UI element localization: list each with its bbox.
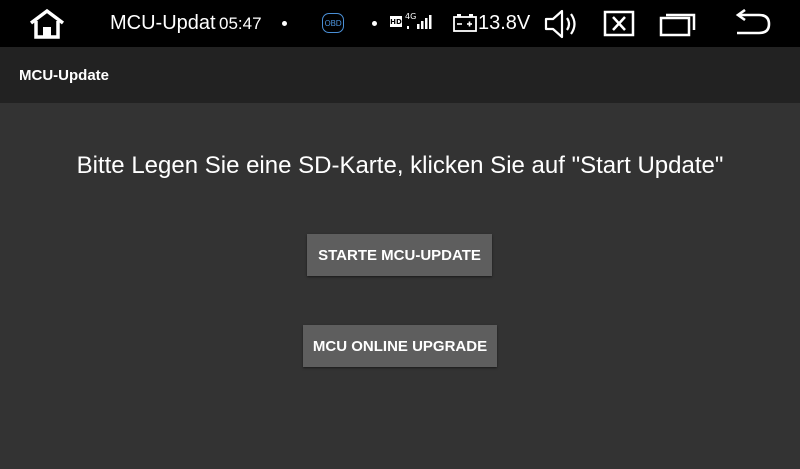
4g-signal-icon: 4G [405,12,437,32]
back-icon[interactable] [733,9,773,39]
close-icon[interactable] [603,10,635,37]
hd-icon: HD [390,16,402,27]
voltage-readout: 13.8V [478,12,531,34]
recent-apps-icon[interactable] [659,10,697,37]
mcu-online-upgrade-button[interactable]: MCU ONLINE UPGRADE [303,325,497,367]
notification-dot [372,21,377,26]
home-icon[interactable] [28,8,66,40]
obd-label: OBD [324,18,342,28]
page-title: MCU-Update [19,66,109,84]
hd-label: HD [390,17,402,26]
status-time: 05:47 [219,13,262,33]
start-mcu-update-button[interactable]: STARTE MCU-UPDATE [307,234,492,276]
battery-icon [453,13,477,33]
volume-icon[interactable] [543,8,579,40]
obd-icon: OBD [322,13,344,33]
main-content: Bitte Legen Sie eine SD-Karte, klicken S… [0,103,800,469]
status-bar: MCU-Updat 05:47 OBD HD 4G 13.8V [0,0,800,47]
notification-dot [282,21,287,26]
action-bar: MCU-Update [0,47,800,103]
status-app-title: MCU-Updat [110,12,216,34]
instruction-message: Bitte Legen Sie eine SD-Karte, klicken S… [76,152,724,179]
